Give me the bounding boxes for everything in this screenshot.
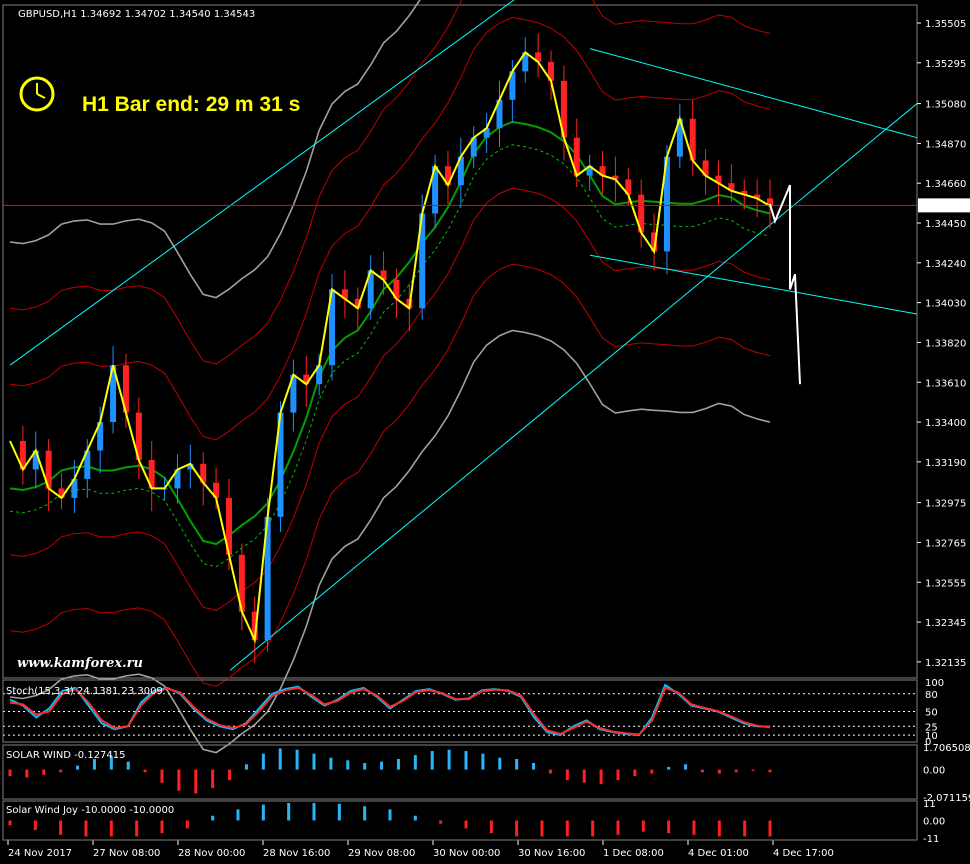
price-tick-label: 1.32555 (925, 578, 966, 589)
time-tick-label: 28 Nov 16:00 (263, 848, 330, 859)
time-tick-label: 29 Nov 08:00 (348, 848, 415, 859)
symbol-header: GBPUSD,H1 1.34692 1.34702 1.34540 1.3454… (18, 9, 255, 20)
watermark: www.kamforex.ru (17, 656, 143, 671)
stochastic-pane: 100805025100Stoch(15,3,3) 24.1381 23.300… (3, 678, 944, 748)
solar-wind-title: SOLAR WIND -0.127415 (6, 750, 126, 761)
dash-ma (9, 144, 771, 568)
stoch-tick-label: 100 (925, 678, 944, 689)
price-tick-label: 1.32135 (925, 658, 966, 669)
time-axis: 24 Nov 2017 27 Nov 08:00 28 Nov 00:00 28 No… (7, 840, 834, 859)
current-price-label: 1.34543 (922, 201, 963, 212)
price-tick-label: 1.33190 (925, 458, 966, 469)
price-tick-label: 1.35295 (925, 59, 966, 70)
slow-ma (9, 120, 771, 546)
price-tick-label: 1.33820 (925, 338, 966, 349)
time-tick-label: 30 Nov 00:00 (433, 848, 500, 859)
chart-canvas: 1.35505 1.35295 1.35080 1.34870 1.34660 1.344… (2, 0, 970, 859)
solar-wind-joy-pane: 11 0.00 -11 Solar Wind Joy -10.0000 -10.000… (6, 799, 945, 845)
time-tick-label: 4 Dec 01:00 (688, 848, 749, 859)
price-tick-label: 1.32765 (925, 538, 966, 549)
channel-line-bottom-right (589, 254, 918, 315)
price-tick-label: 1.35080 (925, 100, 966, 111)
bar-end-timer: H1 Bar end: 29 m 31 s (82, 93, 300, 116)
time-tick-label: 1 Dec 08:00 (603, 848, 664, 859)
solar-wind-tick-label: 0.00 (923, 766, 945, 777)
zigzag-projection (769, 184, 801, 385)
channel-line-upper (9, 0, 515, 366)
price-tick-label: 1.32345 (925, 618, 966, 629)
solar-wind-joy-title: Solar Wind Joy -10.0000 -10.0000 (6, 805, 174, 816)
stoch-tick-label: 80 (925, 690, 938, 701)
envelope-band-2 (9, 0, 771, 365)
time-tick-label: 30 Nov 16:00 (518, 848, 585, 859)
price-tick-label: 1.32975 (925, 499, 966, 510)
price-tick-label: 1.33610 (925, 378, 966, 389)
time-tick-label: 27 Nov 08:00 (93, 848, 160, 859)
solar-wind-tick-label: 1.706508 (923, 743, 970, 754)
clock-hand-hour (36, 93, 46, 99)
solar-wind-joy-tick-label: 0.00 (923, 817, 945, 828)
solar-wind-joy-tick-label: -11 (923, 834, 939, 845)
price-tick-label: 1.33400 (925, 418, 966, 429)
fast-ma (9, 50, 771, 644)
envelope-band-0 (9, 0, 421, 299)
time-tick-label: 28 Nov 00:00 (178, 848, 245, 859)
solar-wind-joy-tick-label: 11 (923, 799, 936, 810)
subpane-border-1 (2, 744, 918, 800)
price-tick-label: 1.34870 (925, 139, 966, 150)
stoch-tick-label: 50 (925, 708, 938, 719)
solar-wind-pane: 1.7065080.00-2.071159SOLAR WIND -0.12741… (6, 743, 970, 804)
price-tick-label: 1.35505 (925, 19, 966, 30)
price-tick-label: 1.34030 (925, 299, 966, 310)
channel-line-top-right (589, 48, 918, 139)
price-tick-label: 1.34660 (925, 179, 966, 190)
channel-line-lower (229, 103, 918, 671)
envelope-band-3 (9, 263, 771, 687)
clock-icon (19, 76, 55, 112)
time-tick-label: 24 Nov 2017 (8, 848, 72, 859)
price-tick-label: 1.34450 (925, 219, 966, 230)
price-tick-label: 1.34240 (925, 259, 966, 270)
stoch-title: Stoch(15,3,3) 24.1381 23.3009 (6, 686, 163, 697)
time-tick-label: 4 Dec 17:00 (773, 848, 834, 859)
